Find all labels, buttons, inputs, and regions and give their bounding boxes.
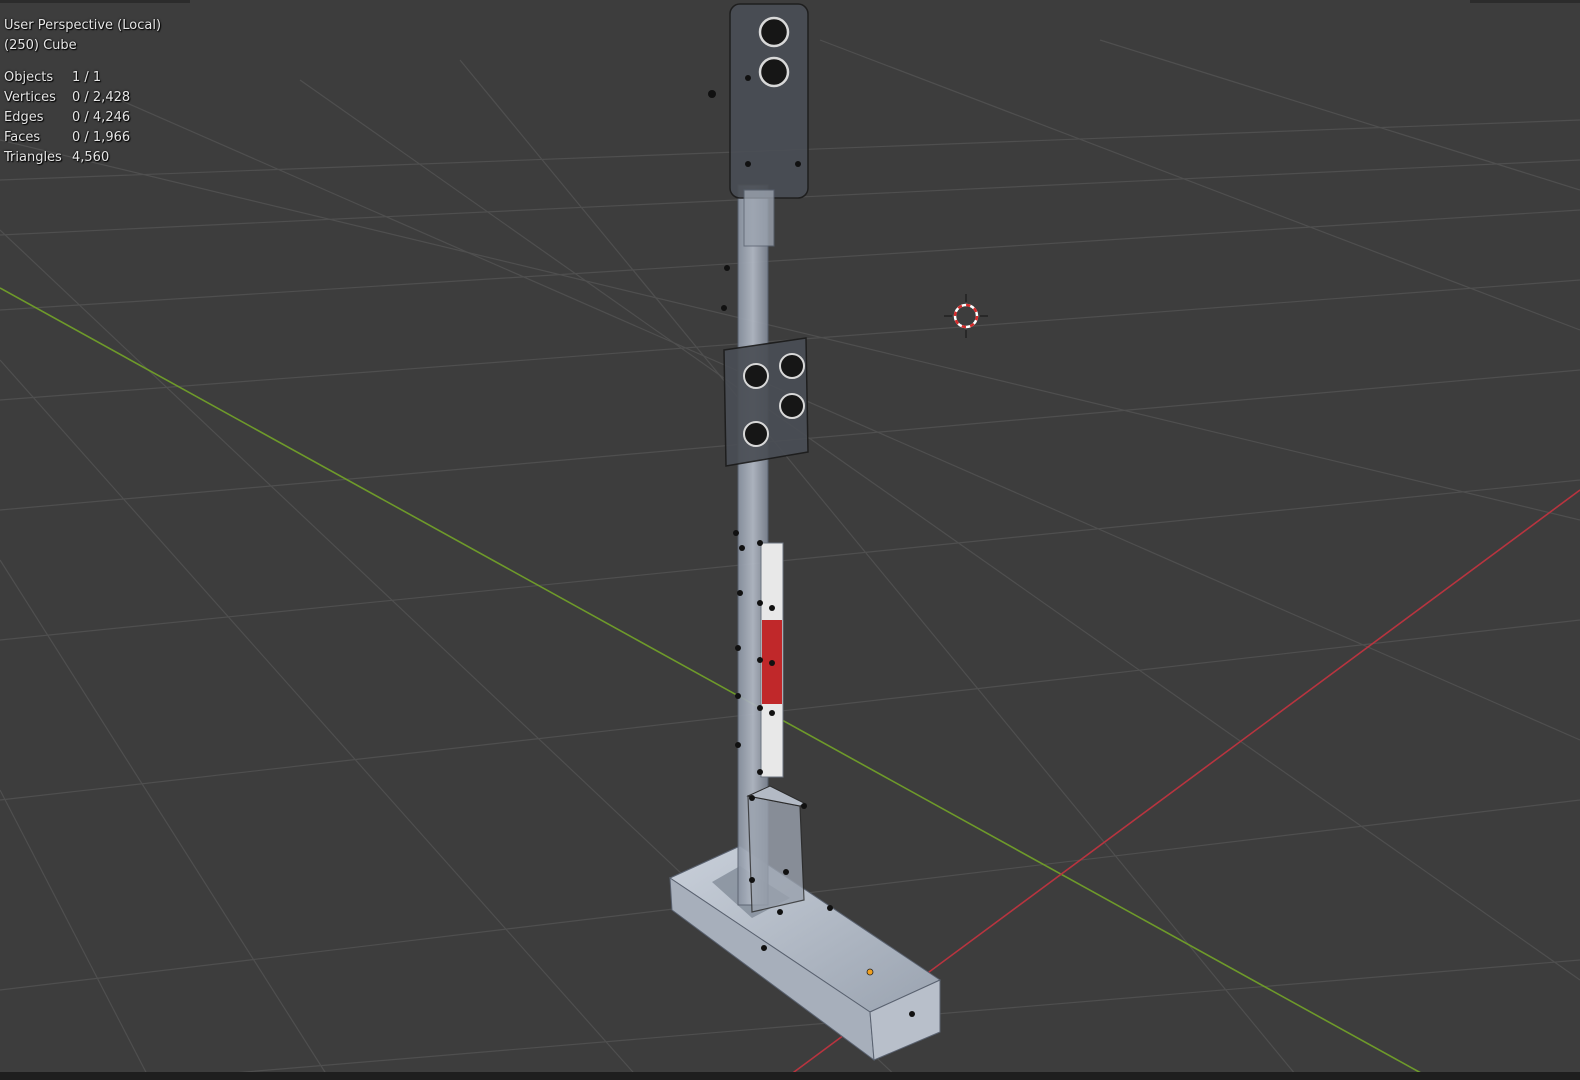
stat-label: Triangles — [4, 150, 62, 165]
statistics: Objects 1 / 1 Vertices 0 / 2,428 Edges 0… — [4, 68, 161, 168]
stat-value: 4,560 — [72, 150, 110, 165]
lower-lamp-3 — [779, 393, 805, 419]
mast-bracket — [747, 795, 805, 913]
status-bar — [0, 1072, 1580, 1080]
stat-triangles: Triangles 4,560 — [4, 148, 161, 168]
y-axis-line — [0, 287, 1431, 1079]
3d-cursor-icon[interactable] — [944, 294, 988, 338]
lower-lamp-2 — [779, 353, 805, 379]
stat-faces: Faces 0 / 1,966 — [4, 128, 161, 148]
upper-lamp-1 — [758, 16, 790, 48]
stat-label: Objects — [4, 70, 54, 85]
stat-value: 1 / 1 — [72, 70, 102, 85]
stat-label: Vertices — [4, 90, 56, 105]
lower-lamp-4 — [743, 421, 769, 447]
stat-value: 0 / 2,428 — [72, 90, 131, 105]
stat-objects: Objects 1 / 1 — [4, 68, 161, 88]
lower-lamp-1 — [743, 363, 769, 389]
active-object-label: (250) Cube — [4, 38, 77, 53]
upper-lamp-2 — [758, 56, 790, 88]
viewport-text-overlay: User Perspective (Local) (250) Cube Obje… — [4, 16, 161, 168]
3d-viewport[interactable] — [0, 0, 1580, 1080]
stat-label: Faces — [4, 130, 41, 145]
stat-vertices: Vertices 0 / 2,428 — [4, 88, 161, 108]
stat-label: Edges — [4, 110, 44, 125]
view-name: User Perspective (Local) — [4, 18, 162, 33]
stat-edges: Edges 0 / 4,246 — [4, 108, 161, 128]
signal-mast-model[interactable] — [668, 3, 942, 1062]
stat-value: 0 / 1,966 — [72, 130, 131, 145]
object-origin-icon — [866, 968, 874, 976]
stat-value: 0 / 4,246 — [72, 110, 131, 125]
